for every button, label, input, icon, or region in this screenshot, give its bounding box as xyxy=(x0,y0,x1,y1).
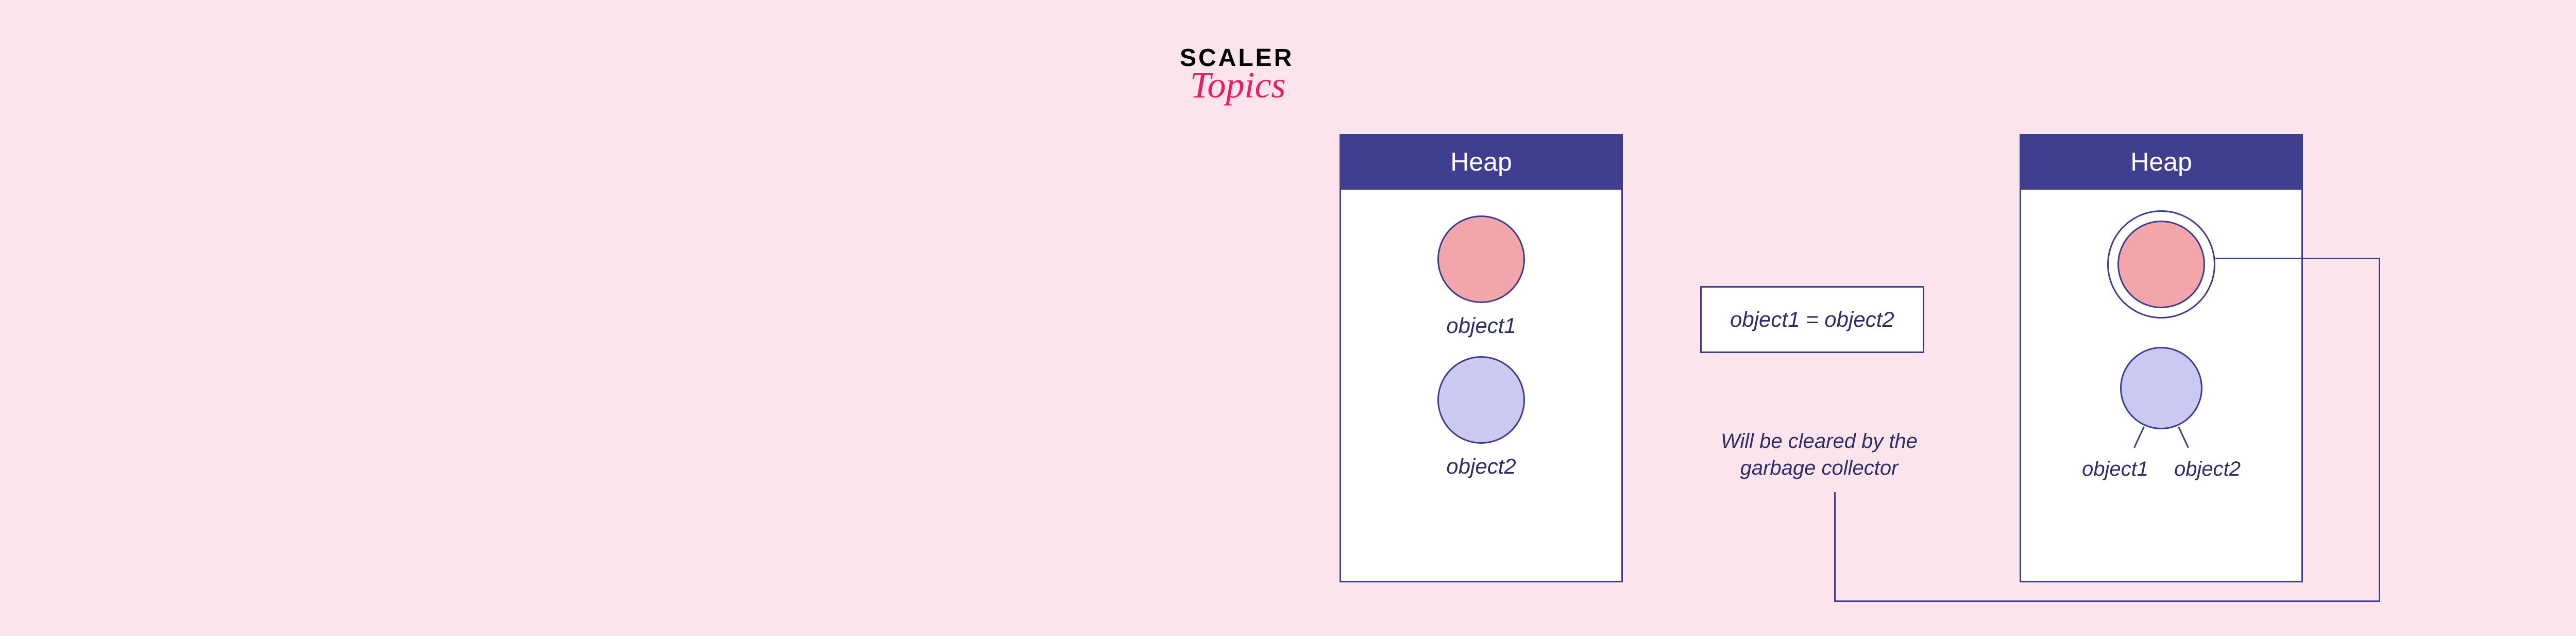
object1-label-left: object1 xyxy=(1446,313,1516,338)
gc-note: Will be cleared by the garbage collector xyxy=(1721,428,1918,481)
ref-label-object2: object2 xyxy=(2174,458,2241,481)
gc-target-ring xyxy=(2107,210,2215,319)
shared-object-group: object1 object2 xyxy=(2082,347,2241,481)
object1-group-left: object1 xyxy=(1437,215,1525,338)
connector-v1 xyxy=(2379,258,2380,602)
ref-tick-right xyxy=(2178,426,2189,448)
ref-labels: object1 object2 xyxy=(2082,458,2241,481)
gc-note-line2: garbage collector xyxy=(1721,455,1918,481)
object2-label-left: object2 xyxy=(1446,454,1516,479)
gc-target-circle xyxy=(2117,221,2205,308)
scaler-topics-logo: SCALER Topics xyxy=(1180,44,1294,107)
shared-object-circle xyxy=(2120,347,2202,429)
connector-v2 xyxy=(1834,492,1836,602)
object1-circle-left xyxy=(1437,215,1525,303)
connector-h2 xyxy=(1834,600,2380,602)
heap-right-title: Heap xyxy=(2021,136,2301,190)
object2-circle-left xyxy=(1437,356,1525,444)
connector-h1 xyxy=(2215,258,2380,259)
shared-circle-wrap xyxy=(2120,347,2202,429)
object2-group-left: object2 xyxy=(1437,356,1525,479)
assignment-code-box: object1 = object2 xyxy=(1700,286,1924,353)
heap-right-body: object1 object2 xyxy=(2021,190,2301,512)
ref-tick-left xyxy=(2133,426,2145,448)
ref-label-object1: object1 xyxy=(2082,458,2148,481)
heap-box-left: Heap object1 object2 xyxy=(1340,134,1623,582)
heap-left-body: object1 object2 xyxy=(1341,190,1621,510)
gc-note-line1: Will be cleared by the xyxy=(1721,428,1918,455)
assignment-code: object1 = object2 xyxy=(1730,307,1894,331)
heap-left-title: Heap xyxy=(1341,136,1621,190)
heap-box-right: Heap object1 object2 xyxy=(2020,134,2303,582)
logo-line2: Topics xyxy=(1190,64,1294,107)
